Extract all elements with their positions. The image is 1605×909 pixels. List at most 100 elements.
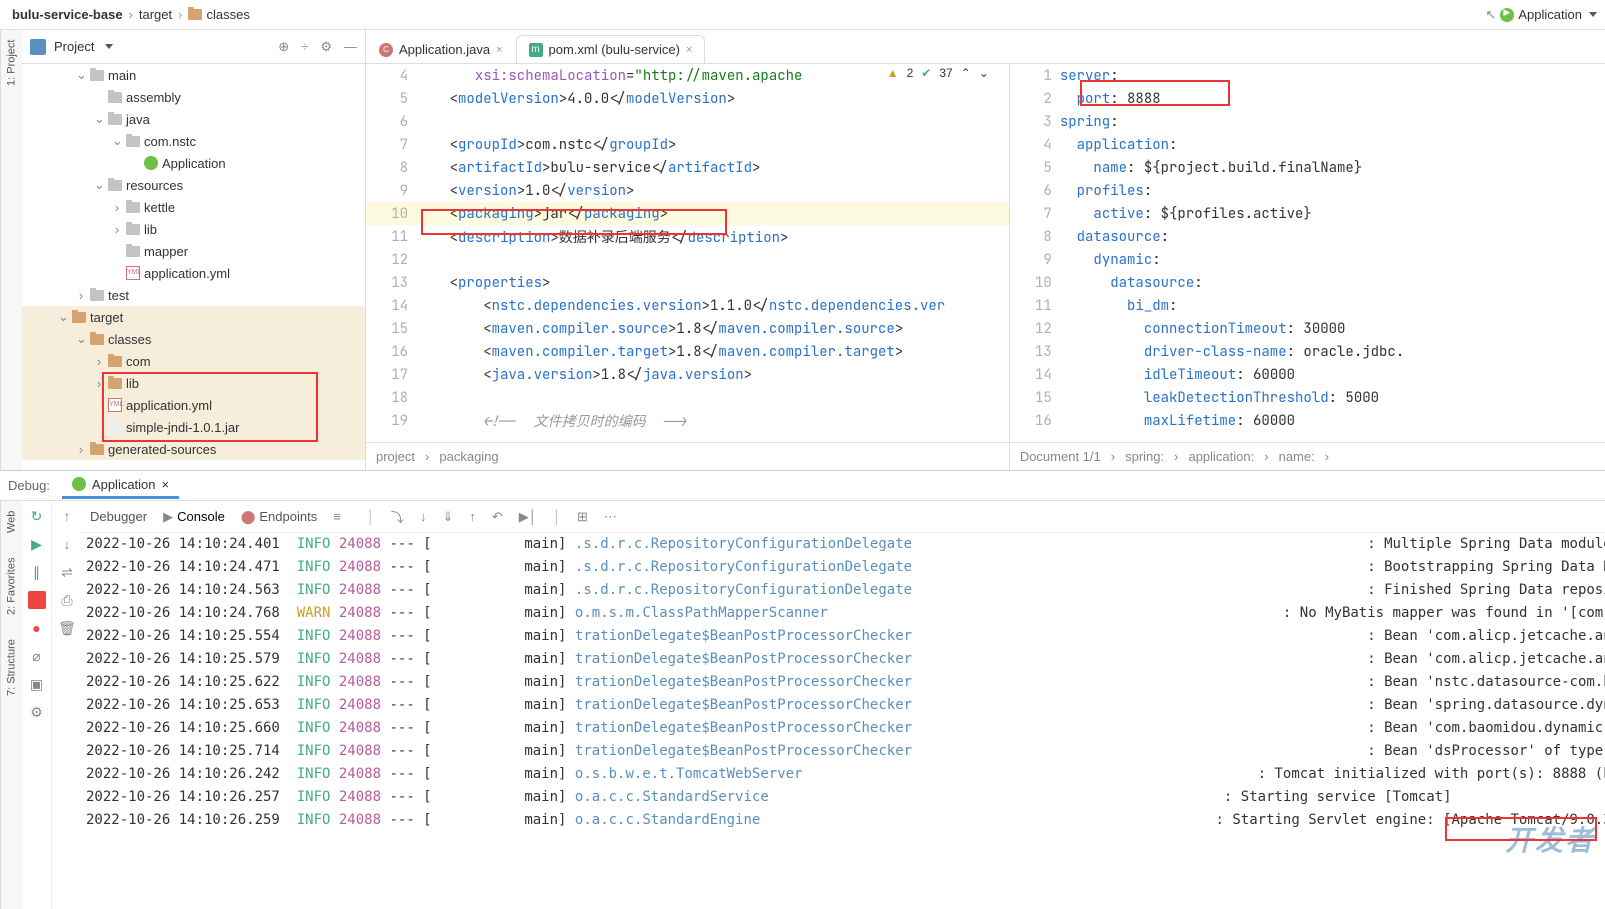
tree-arrow-icon[interactable] (112, 200, 122, 215)
run-cursor-icon[interactable]: ▶│ (519, 509, 537, 525)
tree-node[interactable]: lib (22, 372, 365, 394)
breakpoints-icon[interactable]: ● (28, 619, 46, 637)
tree-arrow-icon[interactable] (76, 288, 86, 303)
pom-breadcrumb[interactable]: projectpackaging (366, 442, 1009, 470)
close-icon[interactable]: × (686, 44, 692, 56)
tree-node[interactable]: assembly (22, 86, 365, 108)
run-config-selector[interactable]: ↖ Application (1485, 7, 1597, 23)
yml-icon (108, 398, 122, 412)
tree-arrow-icon[interactable] (112, 222, 122, 237)
tree-label: target (90, 310, 123, 325)
tree-arrow-icon[interactable] (94, 376, 104, 391)
editor-tab-bar: Application.java×pom.xml (bulu-service)× (366, 30, 1605, 64)
tree-node[interactable]: lib (22, 218, 365, 240)
tree-label: mapper (144, 244, 188, 259)
gear-icon[interactable]: ⚙ (320, 39, 332, 55)
tree-arrow-icon[interactable] (94, 177, 104, 193)
tool-tab-console[interactable]: ▶ Console (163, 509, 225, 525)
tree-node[interactable]: generated-sources (22, 438, 365, 460)
mute-bp-icon[interactable]: ⌀ (28, 647, 46, 665)
chevron-down-icon[interactable] (105, 44, 113, 49)
settings-icon[interactable]: ⚙ (28, 703, 46, 721)
tree-label: application.yml (126, 398, 212, 413)
tree-node[interactable]: mapper (22, 240, 365, 262)
breadcrumb-item[interactable]: classes (184, 7, 253, 22)
left-tool-rail: 1: Project (0, 30, 22, 470)
hide-icon[interactable]: — (344, 39, 357, 55)
evaluate-icon[interactable]: ⊞ (577, 509, 588, 525)
scroll-down-icon[interactable]: ↓ (58, 535, 76, 553)
project-tree[interactable]: main assemblyjavacom.nstcApplicationresou… (22, 64, 365, 460)
tree-label: kettle (144, 200, 175, 215)
tree-node[interactable]: application.yml (22, 394, 365, 416)
tree-node[interactable]: main (22, 64, 365, 86)
debug-run-tab[interactable]: Application × (62, 473, 179, 499)
editor-tab[interactable]: pom.xml (bulu-service)× (516, 35, 706, 63)
folder-icon (108, 356, 122, 367)
yml-editor[interactable]: 1server:2 port: 88883spring:4 applicatio… (1010, 64, 1605, 442)
tree-node[interactable]: com (22, 350, 365, 372)
tree-node[interactable]: target (22, 306, 365, 328)
tool-tab-endpoints[interactable]: ⬤ Endpoints (241, 509, 317, 525)
tree-node[interactable]: java (22, 108, 365, 130)
tool-tab-debugger[interactable]: Debugger (90, 509, 147, 524)
tree-arrow-icon[interactable] (94, 354, 104, 369)
tree-arrow-icon[interactable] (94, 111, 104, 127)
rerun-icon[interactable]: ↻ (28, 507, 46, 525)
folder-icon (108, 378, 122, 389)
drop-frame-icon[interactable]: ↶ (492, 509, 503, 525)
close-icon[interactable]: × (496, 44, 502, 56)
soft-wrap-icon[interactable]: ⇌ (58, 563, 76, 581)
trace-icon[interactable]: ⋯ (604, 509, 617, 525)
tree-label: simple-jndi-1.0.1.jar (126, 420, 239, 435)
folder-icon (90, 444, 104, 455)
pom-editor[interactable]: 4 xsi:schemaLocation="http://maven.apach… (366, 64, 1009, 442)
rail-tab-favorites[interactable]: 2: Favorites (4, 555, 20, 616)
debug-panel: Debug: Application × 7: Structure 2: Fav… (0, 470, 1605, 909)
tree-node[interactable]: simple-jndi-1.0.1.jar (22, 416, 365, 438)
tree-arrow-icon[interactable] (112, 133, 122, 149)
step-out-icon[interactable]: ↑ (469, 509, 476, 524)
camera-icon[interactable]: ▣ (28, 675, 46, 693)
trash-icon[interactable]: 🗑 (58, 619, 76, 637)
tree-node[interactable]: application.yml (22, 262, 365, 284)
editor-tab[interactable]: Application.java× (366, 35, 516, 63)
threads-icon[interactable]: ≡ (333, 509, 341, 524)
tree-node[interactable]: kettle (22, 196, 365, 218)
tree-node[interactable]: com.nstc (22, 130, 365, 152)
tree-label: main (108, 68, 136, 83)
resume-icon[interactable]: ▶ (28, 535, 46, 553)
step-over-icon[interactable]: ⤵ (391, 507, 404, 526)
tree-arrow-icon[interactable] (76, 331, 86, 347)
step-into-icon[interactable]: ↓ (420, 509, 427, 524)
tree-arrow-icon[interactable] (76, 67, 86, 83)
locate-icon[interactable]: ⊕ (278, 39, 289, 55)
breadcrumb: bulu-service-base target classes ↖ Appli… (0, 0, 1605, 30)
breadcrumb-item[interactable]: target (135, 7, 176, 22)
console-output[interactable]: 2022-10-26 14:10:24.401 INFO 24088 --- [… (82, 533, 1605, 909)
tree-node[interactable]: classes (22, 328, 365, 350)
maven-icon (529, 43, 543, 57)
stop-icon[interactable] (28, 591, 46, 609)
folder-icon (188, 9, 202, 20)
close-icon[interactable]: × (162, 477, 170, 492)
rail-tab-project[interactable]: 1: Project (4, 38, 20, 88)
tree-label: application.yml (144, 266, 230, 281)
pause-icon[interactable]: ∥ (28, 563, 46, 581)
yml-breadcrumb[interactable]: Document 1/1 spring: application: name: (1010, 442, 1605, 470)
debug-action-rail: ↻ ▶ ∥ ● ⌀ ▣ ⚙ (22, 501, 52, 909)
scroll-up-icon[interactable]: ↑ (58, 507, 76, 525)
tree-arrow-icon[interactable] (58, 309, 68, 325)
project-icon (30, 39, 46, 55)
print-icon[interactable]: ⎙ (58, 591, 76, 609)
tree-node[interactable]: Application (22, 152, 365, 174)
collapse-icon[interactable]: ÷ (301, 39, 308, 55)
tree-node[interactable]: resources (22, 174, 365, 196)
rail-tab-structure[interactable]: 7: Structure (4, 637, 20, 698)
tree-arrow-icon[interactable] (76, 442, 86, 457)
rail-tab-web[interactable]: Web (4, 509, 20, 535)
folder-icon (126, 224, 140, 235)
breadcrumb-root[interactable]: bulu-service-base (8, 7, 127, 22)
force-step-icon[interactable]: ⇓ (442, 509, 453, 525)
tree-node[interactable]: test (22, 284, 365, 306)
